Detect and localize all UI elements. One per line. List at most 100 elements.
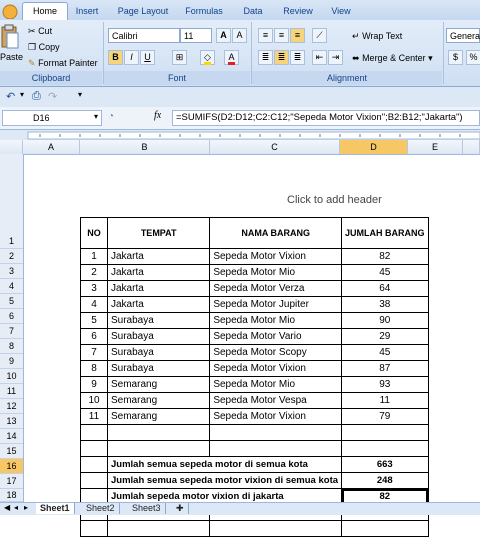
summary-value[interactable]: 248: [341, 472, 429, 489]
header-jumlah-barang[interactable]: JUMLAH BARANG: [341, 217, 429, 249]
empty-cell[interactable]: [209, 424, 343, 441]
row-header[interactable]: 12: [0, 399, 23, 414]
row-header[interactable]: 5: [0, 294, 23, 309]
cell-tempat[interactable]: Jakarta: [106, 264, 211, 281]
tab-review[interactable]: Review: [279, 3, 317, 19]
cell-no[interactable]: 7: [80, 344, 108, 361]
borders-icon[interactable]: ⊞: [172, 50, 187, 65]
wrap-text-button[interactable]: ↵ Wrap Text: [352, 29, 402, 44]
cell-tempat[interactable]: Jakarta: [106, 248, 211, 265]
tab-formulas[interactable]: Formulas: [181, 3, 227, 19]
row-header[interactable]: 6: [0, 309, 23, 324]
cell-jumlah[interactable]: 82: [341, 248, 429, 265]
sheet-tab-sheet2[interactable]: Sheet2: [82, 503, 120, 514]
font-color-icon[interactable]: A: [224, 50, 239, 65]
align-left-icon[interactable]: ≣: [258, 50, 273, 65]
row-header[interactable]: 13: [0, 414, 23, 429]
tab-home[interactable]: Home: [22, 2, 68, 21]
cell-nama-barang[interactable]: Sepeda Motor Vixion: [209, 248, 343, 265]
underline-icon[interactable]: U: [140, 50, 155, 65]
sheet-tab-sheet1[interactable]: Sheet1: [36, 503, 75, 514]
cell-jumlah[interactable]: 45: [341, 264, 429, 281]
cell-tempat[interactable]: Surabaya: [106, 360, 211, 377]
row-header[interactable]: 18: [0, 489, 23, 502]
cell-tempat[interactable]: Semarang: [106, 376, 211, 393]
cell-jumlah[interactable]: 29: [341, 328, 429, 345]
row-header[interactable]: 2: [0, 249, 23, 264]
empty-cell[interactable]: [209, 520, 343, 537]
empty-cell[interactable]: [106, 520, 211, 537]
name-box[interactable]: D16: [2, 110, 102, 126]
next-sheet-icon[interactable]: ▸: [24, 503, 28, 512]
empty-cell[interactable]: [341, 520, 429, 537]
column-header-a[interactable]: A: [23, 140, 80, 154]
bold-icon[interactable]: B: [108, 50, 123, 65]
cell-no[interactable]: 3: [80, 280, 108, 297]
font-name-select[interactable]: Calibri: [108, 28, 180, 43]
grow-font-icon[interactable]: A: [216, 28, 231, 43]
cell-no[interactable]: 4: [80, 296, 108, 313]
tab-insert[interactable]: Insert: [70, 3, 104, 19]
cell-no[interactable]: 1: [80, 248, 108, 265]
cell-nama-barang[interactable]: Sepeda Motor Vespa: [209, 392, 343, 409]
select-all-corner[interactable]: [0, 140, 23, 154]
column-header-d[interactable]: D: [340, 140, 408, 154]
cell-tempat[interactable]: Jakarta: [106, 280, 211, 297]
tab-data[interactable]: Data: [237, 3, 269, 19]
summary-label[interactable]: Jumlah semua sepeda motor vixion di semu…: [106, 472, 343, 489]
row-header[interactable]: 7: [0, 324, 23, 339]
summary-value[interactable]: 663: [341, 456, 429, 473]
row-header[interactable]: 10: [0, 369, 23, 384]
shrink-font-icon[interactable]: A: [232, 28, 247, 43]
empty-cell[interactable]: [209, 440, 343, 457]
format-painter-button[interactable]: ✎ Format Painter: [28, 56, 98, 71]
cell-jumlah[interactable]: 90: [341, 312, 429, 329]
cell-tempat[interactable]: Surabaya: [106, 328, 211, 345]
empty-cell[interactable]: [80, 472, 108, 489]
header-nama-barang[interactable]: NAMA BARANG: [209, 217, 343, 249]
align-center-icon[interactable]: ≣: [274, 50, 289, 65]
header-tempat[interactable]: TEMPAT: [106, 217, 211, 249]
align-right-icon[interactable]: ≣: [290, 50, 305, 65]
empty-cell[interactable]: [106, 440, 211, 457]
prev-sheet-icon[interactable]: ◂: [14, 503, 18, 512]
cell-no[interactable]: 9: [80, 376, 108, 393]
customize-qat-icon[interactable]: ▾: [78, 90, 82, 99]
cell-nama-barang[interactable]: Sepeda Motor Mio: [209, 312, 343, 329]
row-header[interactable]: 8: [0, 339, 23, 354]
row-header[interactable]: 1: [0, 216, 23, 249]
align-top-icon[interactable]: ≡: [258, 28, 273, 43]
percent-icon[interactable]: %: [466, 50, 480, 65]
number-format-select[interactable]: General: [446, 28, 480, 43]
row-header[interactable]: 17: [0, 474, 23, 489]
column-header-e[interactable]: E: [408, 140, 463, 154]
cell-nama-barang[interactable]: Sepeda Motor Mio: [209, 264, 343, 281]
formula-input[interactable]: =SUMIFS(D2:D12;C2:C12;"Sepeda Motor Vixi…: [172, 110, 480, 126]
cell-nama-barang[interactable]: Sepeda Motor Mio: [209, 376, 343, 393]
cell-no[interactable]: 11: [80, 408, 108, 425]
tab-page-layout[interactable]: Page Layout: [113, 3, 173, 19]
row-header[interactable]: 4: [0, 279, 23, 294]
row-header-selected[interactable]: 16: [0, 459, 23, 474]
tab-view[interactable]: View: [326, 3, 356, 19]
office-button[interactable]: [2, 3, 20, 19]
cell-jumlah[interactable]: 11: [341, 392, 429, 409]
cut-button[interactable]: ✂ Cut: [28, 24, 52, 39]
merge-center-button[interactable]: ⬌ Merge & Center ▾: [352, 51, 433, 66]
orientation-icon[interactable]: ⟋: [312, 28, 327, 43]
fill-color-icon[interactable]: ◇: [200, 50, 215, 65]
empty-cell[interactable]: [341, 440, 429, 457]
page-header-placeholder[interactable]: Click to add header: [287, 194, 382, 206]
cell-no[interactable]: 5: [80, 312, 108, 329]
cell-jumlah[interactable]: 38: [341, 296, 429, 313]
row-header[interactable]: 9: [0, 354, 23, 369]
empty-cell[interactable]: [106, 424, 211, 441]
fx-icon[interactable]: fx: [154, 110, 161, 121]
empty-cell[interactable]: [341, 424, 429, 441]
sheet-tab-sheet3[interactable]: Sheet3: [128, 503, 166, 514]
increase-indent-icon[interactable]: ⇥: [328, 50, 343, 65]
align-middle-icon[interactable]: ≡: [274, 28, 289, 43]
cell-tempat[interactable]: Jakarta: [106, 296, 211, 313]
cell-tempat[interactable]: Semarang: [106, 392, 211, 409]
insert-sheet-icon[interactable]: ✚: [172, 503, 189, 514]
